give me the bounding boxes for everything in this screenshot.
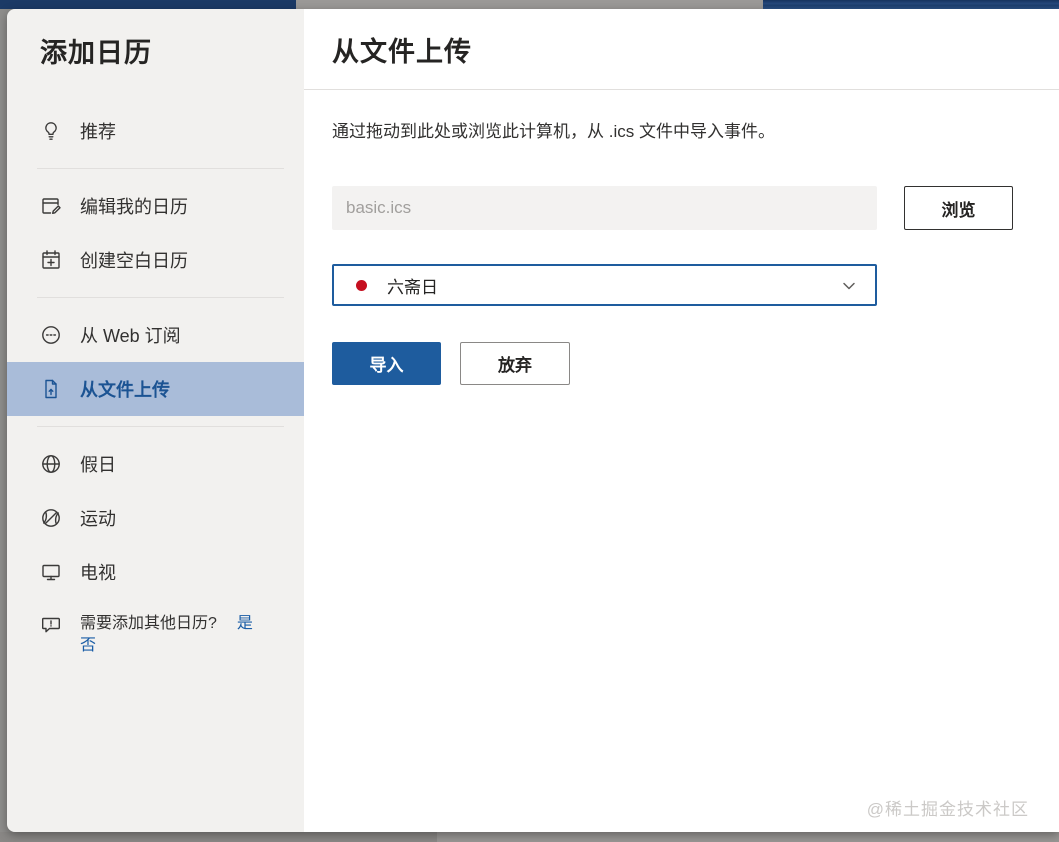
sidebar-item-label: 运动 bbox=[80, 509, 116, 529]
discard-button[interactable]: 放弃 bbox=[460, 342, 570, 385]
sidebar-item-label: 电视 bbox=[80, 563, 116, 583]
backdrop-gray bbox=[296, 0, 763, 9]
sidebar-item-create-blank-calendar[interactable]: 创建空白日历 bbox=[7, 233, 304, 287]
sidebar-item-label: 假日 bbox=[80, 455, 116, 475]
action-buttons-row: 导入 放弃 bbox=[332, 342, 1059, 385]
panel-body: 通过拖动到此处或浏览此计算机，从 .ics 文件中导入事件。 浏览 六斋日 导入… bbox=[304, 90, 1059, 385]
sidebar-item-label: 从 Web 订阅 bbox=[80, 326, 181, 346]
sidebar-item-holidays[interactable]: 假日 bbox=[7, 437, 304, 491]
sidebar-divider bbox=[37, 168, 284, 169]
feedback-no-link[interactable]: 否 bbox=[80, 637, 96, 654]
panel-header: 从文件上传 bbox=[304, 9, 1059, 90]
panel-title: 从文件上传 bbox=[332, 36, 472, 67]
feedback-yes-link[interactable]: 是 bbox=[237, 615, 253, 632]
feedback-bubble-icon bbox=[40, 614, 62, 636]
web-subscribe-icon bbox=[40, 324, 62, 346]
calendar-add-icon bbox=[40, 249, 62, 271]
add-calendar-dialog: 添加日历 推荐 编辑我的日历 创建空白日历 从 Web 订阅 从文件上传 假日 … bbox=[7, 9, 1059, 832]
sidebar-divider bbox=[37, 297, 284, 298]
sidebar-item-label: 推荐 bbox=[80, 122, 116, 142]
tv-icon bbox=[40, 561, 62, 583]
calendar-select-value: 六斋日 bbox=[387, 277, 438, 297]
sidebar-divider bbox=[37, 426, 284, 427]
backdrop-navy-right bbox=[763, 0, 1059, 9]
browse-button[interactable]: 浏览 bbox=[904, 186, 1013, 230]
backdrop-bottom-light bbox=[437, 832, 1059, 842]
calendar-color-dot bbox=[356, 279, 367, 291]
upload-instructions: 通过拖动到此处或浏览此计算机，从 .ics 文件中导入事件。 bbox=[332, 122, 775, 141]
dialog-title: 添加日历 bbox=[40, 38, 152, 68]
file-select-row: 浏览 bbox=[332, 186, 1059, 230]
calendar-select-dropdown[interactable]: 六斋日 bbox=[332, 264, 877, 306]
sidebar-item-upload-from-file[interactable]: 从文件上传 bbox=[7, 362, 304, 416]
sidebar-item-recommended[interactable]: 推荐 bbox=[7, 104, 304, 158]
page-backdrop-bottom bbox=[0, 832, 1059, 842]
file-name-input[interactable] bbox=[332, 186, 877, 230]
sidebar-nav: 推荐 编辑我的日历 创建空白日历 从 Web 订阅 从文件上传 假日 运动 电视… bbox=[7, 104, 304, 657]
sidebar-item-sports[interactable]: 运动 bbox=[7, 491, 304, 545]
sidebar-item-subscribe-from-web[interactable]: 从 Web 订阅 bbox=[7, 308, 304, 362]
calendar-edit-icon bbox=[40, 195, 62, 217]
add-calendar-sidebar: 添加日历 推荐 编辑我的日历 创建空白日历 从 Web 订阅 从文件上传 假日 … bbox=[7, 9, 304, 832]
feedback-text: 需要添加其他日历? 是 否 bbox=[80, 613, 272, 657]
file-upload-icon bbox=[40, 378, 62, 400]
upload-from-file-panel: 从文件上传 通过拖动到此处或浏览此计算机，从 .ics 文件中导入事件。 浏览 … bbox=[304, 9, 1059, 832]
globe-icon bbox=[40, 453, 62, 475]
backdrop-navy-left bbox=[0, 0, 296, 9]
sidebar-item-edit-my-calendars[interactable]: 编辑我的日历 bbox=[7, 179, 304, 233]
page-backdrop-top bbox=[0, 0, 1059, 9]
feedback-question: 需要添加其他日历? bbox=[80, 615, 217, 632]
sidebar-item-label: 从文件上传 bbox=[80, 380, 170, 400]
watermark-text: @稀土掘金技术社区 bbox=[866, 800, 1029, 819]
sidebar-item-label: 创建空白日历 bbox=[80, 251, 188, 271]
chevron-down-icon bbox=[841, 278, 857, 299]
import-button[interactable]: 导入 bbox=[332, 342, 441, 385]
sidebar-item-label: 编辑我的日历 bbox=[80, 197, 188, 217]
sidebar-item-tv[interactable]: 电视 bbox=[7, 545, 304, 599]
sports-ball-icon bbox=[40, 507, 62, 529]
lightbulb-icon bbox=[40, 120, 62, 142]
sidebar-feedback: 需要添加其他日历? 是 否 bbox=[7, 613, 304, 657]
backdrop-bottom-dark bbox=[0, 832, 437, 842]
